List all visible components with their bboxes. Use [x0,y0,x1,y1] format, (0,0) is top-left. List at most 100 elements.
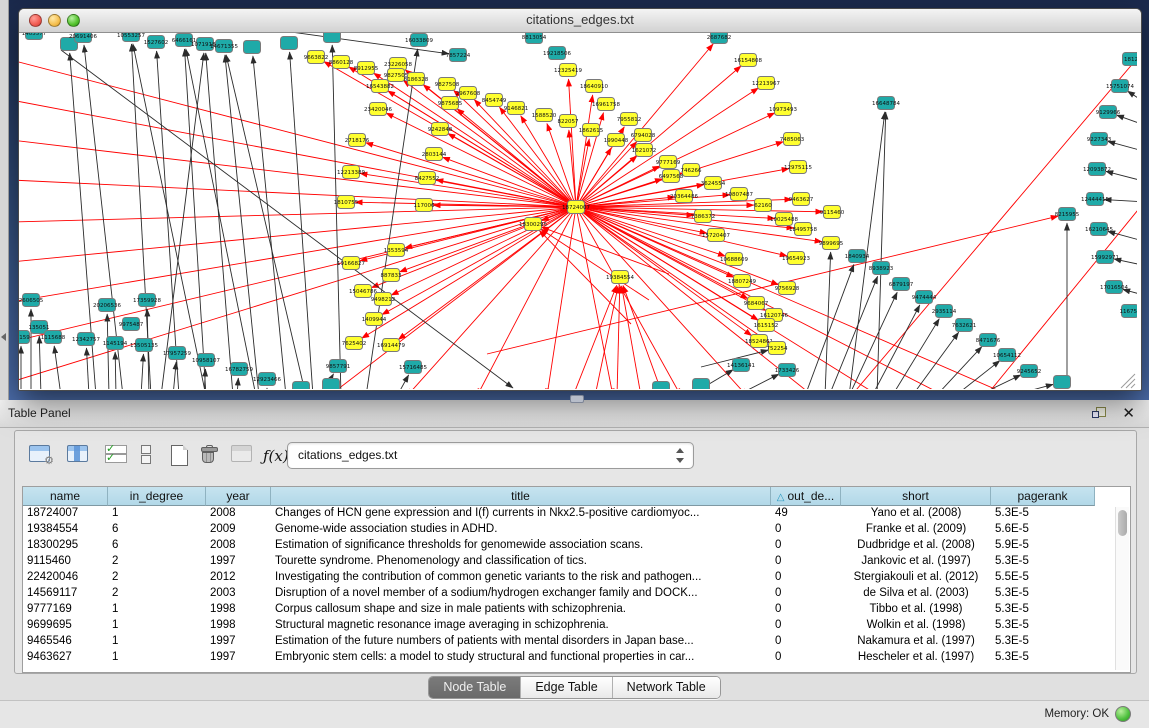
table-cell[interactable]: Yano et al. (2008) [841,506,991,522]
network-node[interactable]: 1733426 [775,364,800,377]
tab-node-table[interactable]: Node Table [429,677,521,698]
table-cell[interactable]: 1997 [206,650,271,666]
table-cell[interactable]: 1998 [206,618,271,634]
network-node[interactable]: 19384554 [606,271,634,284]
table-cell[interactable]: 5.3E-5 [991,650,1095,666]
table-cell[interactable]: 18724007 [23,506,108,522]
network-node[interactable]: 9146821 [504,102,529,115]
network-node[interactable]: 752254 [767,342,788,355]
network-node[interactable]: 15992971 [1091,251,1119,264]
table-cell[interactable]: 2 [108,586,206,602]
network-node[interactable]: 1812 [1123,53,1138,66]
network-node[interactable] [244,41,261,54]
network-node[interactable]: 19218506 [543,47,571,60]
table-cell[interactable]: Estimation of the future numbers of pati… [271,634,771,650]
scrollbar-thumb[interactable] [1118,510,1127,536]
network-node[interactable]: 1353594 [384,244,409,257]
table-row[interactable]: 977716911998Corpus callosum shape and si… [23,602,1095,618]
table-cell[interactable]: Dudbridge et al. (2008) [841,538,991,554]
tab-network-table[interactable]: Network Table [613,677,720,698]
table-cell[interactable]: Estimation of significance thresholds fo… [271,538,771,554]
network-node[interactable]: 7955812 [617,113,642,126]
table-cell[interactable]: Tibbo et al. (1998) [841,602,991,618]
network-node[interactable]: 9498212 [371,293,396,306]
network-node[interactable]: 9875685 [438,97,463,110]
table-cell[interactable]: Corpus callosum shape and size in male p… [271,602,771,618]
table-cell[interactable]: Franke et al. (2009) [841,522,991,538]
network-node[interactable]: 1145194 [103,337,128,350]
network-node[interactable]: 16210645 [1085,223,1113,236]
column-header-out_de[interactable]: △out_de... [771,487,841,506]
network-node[interactable]: 20206536 [93,299,121,312]
network-node[interactable]: 12444415 [1081,193,1109,206]
table-cell[interactable]: 9115460 [23,554,108,570]
table-cell[interactable]: 0 [771,522,841,538]
table-row[interactable]: 911546021997Tourette syndrome. Phenomeno… [23,554,1095,570]
network-node[interactable]: 8912955 [354,62,379,75]
table-cell[interactable]: 2003 [206,586,271,602]
network-node[interactable]: 7485063 [780,133,805,146]
table-row[interactable]: 1456911722003Disruption of a novel membe… [23,586,1095,602]
network-node[interactable]: 1990448 [604,134,629,147]
column-header-short[interactable]: short [841,487,991,506]
network-node[interactable]: 62160 [754,199,772,212]
float-window-icon[interactable] [1092,407,1107,420]
network-node[interactable]: 8938923 [869,262,894,275]
network-node[interactable]: 1405577 [22,33,47,40]
split-handle[interactable] [570,395,584,403]
network-node[interactable]: 16154808 [734,54,762,67]
delete-table-button[interactable] [201,445,216,464]
network-node[interactable]: 8471676 [976,334,1001,347]
network-node[interactable]: 17359928 [133,294,161,307]
network-node[interactable]: 1621072 [632,144,657,157]
network-node[interactable]: 12342757 [72,333,100,346]
table-cell[interactable]: Changes of HCN gene expression and I(f) … [271,506,771,522]
network-node[interactable]: 7632621 [952,319,977,332]
table-cell[interactable]: Jankovic et al. (1997) [841,554,991,570]
table-cell[interactable]: 5.5E-5 [991,570,1095,586]
network-node[interactable]: 12325419 [554,64,582,77]
network-node[interactable]: 18495758 [789,223,817,236]
table-cell[interactable]: 22420046 [23,570,108,586]
network-node[interactable]: 8860128 [329,56,354,69]
table-cell[interactable]: 5.6E-5 [991,522,1095,538]
table-row[interactable]: 2242004622012Investigating the contribut… [23,570,1095,586]
table-cell[interactable]: 2012 [206,570,271,586]
network-node[interactable] [281,37,298,50]
table-cell[interactable]: 0 [771,586,841,602]
table-settings-button[interactable]: ⚙ [29,445,50,462]
table-cell[interactable]: Disruption of a novel member of a sodium… [271,586,771,602]
table-cell[interactable]: 9777169 [23,602,108,618]
table-cell[interactable]: 1 [108,618,206,634]
network-node[interactable]: 1115688 [41,331,66,344]
network-node[interactable]: 17016504 [1100,281,1128,294]
table-scrollbar[interactable] [1115,507,1129,670]
function-builder-button[interactable]: ƒ(x) [263,447,289,466]
network-node[interactable] [1054,376,1071,389]
resize-grip-icon[interactable] [1126,379,1135,388]
network-node[interactable]: 1810755 [334,196,359,209]
table-cell[interactable]: 1997 [206,554,271,570]
column-header-in_degree[interactable]: in_degree [108,487,206,506]
window-titlebar[interactable]: citations_edges.txt [19,9,1141,33]
table-row[interactable]: 946554611997Estimation of the future num… [23,634,1095,650]
table-cell[interactable]: Investigating the contribution of common… [271,570,771,586]
network-node[interactable]: 7386372 [691,210,716,223]
table-cell[interactable]: 0 [771,634,841,650]
table-cell[interactable]: Genome-wide association studies in ADHD. [271,522,771,538]
table-cell[interactable]: de Silva et al. (2003) [841,586,991,602]
table-cell[interactable]: 2009 [206,522,271,538]
network-node[interactable]: 9463627 [789,193,814,206]
network-node[interactable]: 9474444 [912,291,937,304]
table-cell[interactable]: 1997 [206,634,271,650]
network-node[interactable]: 2935114 [932,305,957,318]
network-node[interactable]: 39159 [19,331,30,344]
network-node[interactable]: 9227343 [1087,133,1112,146]
network-node[interactable]: 23420046 [364,103,392,116]
network-node[interactable]: 2967608 [456,87,481,100]
table-cell[interactable]: 5.3E-5 [991,602,1095,618]
table-row[interactable]: 969969511998Structural magnetic resonanc… [23,618,1095,634]
network-node[interactable]: 8215955 [1055,208,1080,221]
network-node[interactable]: 1588520 [532,109,557,122]
network-node[interactable]: 12213389 [337,166,365,179]
